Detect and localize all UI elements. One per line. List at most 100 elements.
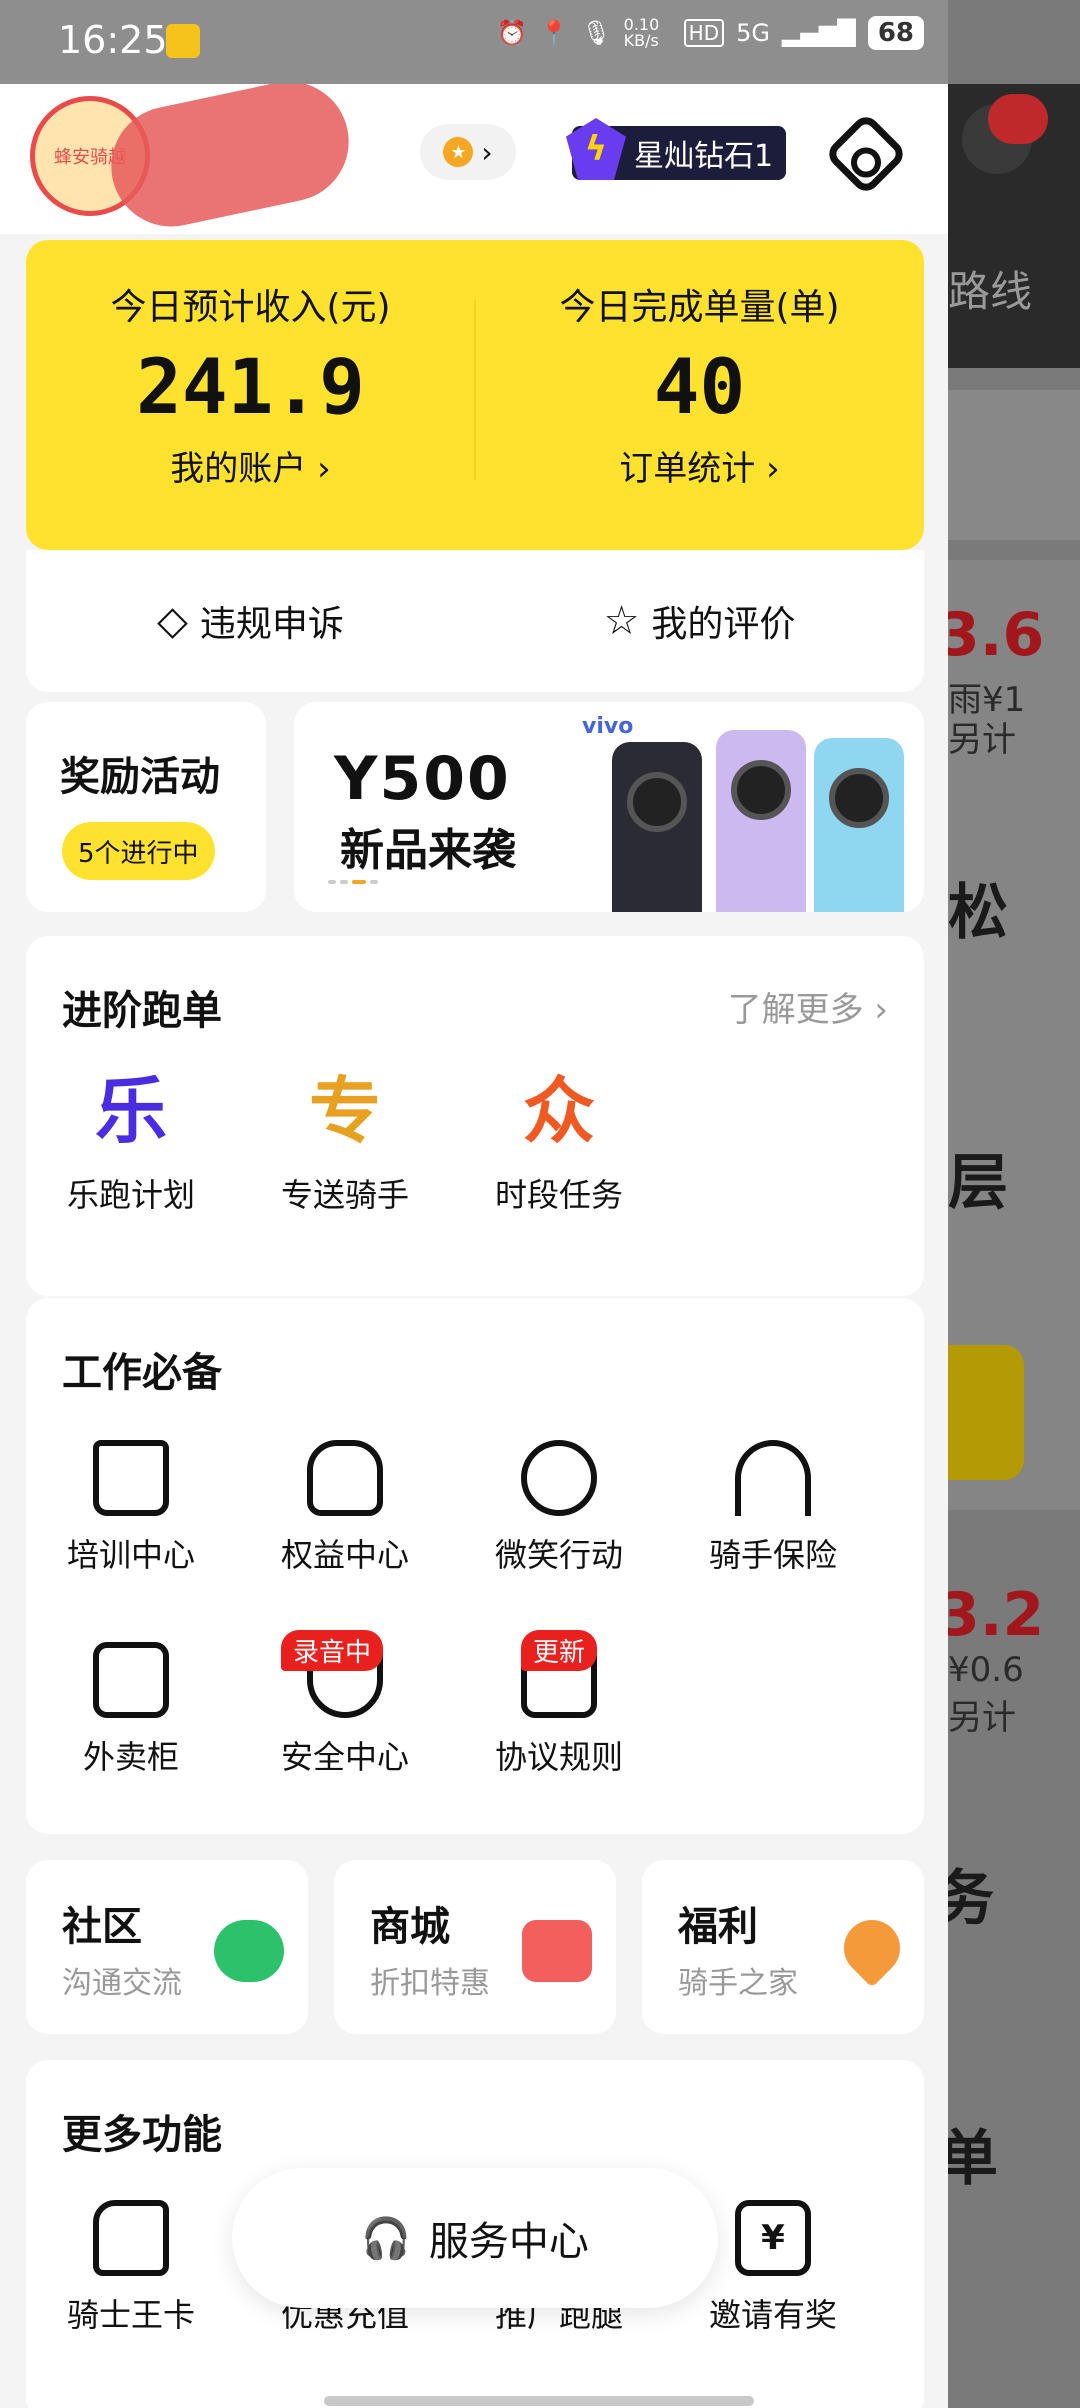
chat-icon [214, 1920, 284, 1982]
work-item-locker[interactable]: 外卖柜 [26, 1642, 236, 1778]
work-title: 工作必备 [62, 1350, 222, 1396]
shield-icon: 录音中 [280, 1630, 383, 1718]
orders-stat: 今日完成单量(单) 40 订单统计 › [475, 240, 924, 490]
locker-icon [93, 1642, 169, 1718]
appeal-button[interactable]: ◇ 违规申诉 [26, 550, 475, 692]
lepao-icon: 乐 [94, 1069, 167, 1153]
background-text: 单 [948, 2124, 998, 2194]
banner-brand: vivo [582, 714, 634, 739]
status-bar: 16:25 ⏰ 📍 🎙 0.10 KB/s HD 5G ▂▄▆█ 68 [0, 0, 948, 84]
hd-icon: HD [683, 19, 725, 47]
advanced-item-shiduan[interactable]: 众 时段任务 [454, 1066, 664, 1216]
mic-icon: 🎙 [581, 19, 612, 47]
income-stat: 今日预计收入(元) 241.9 我的账户 › [26, 240, 475, 490]
level-pill[interactable]: ★ › [420, 124, 516, 180]
background-page: 路线 3.6 雨¥1 另计 松 层 3.2 ¥0.6 另计 务 单 [948, 0, 1080, 2408]
income-value: 241.9 [136, 342, 365, 431]
work-item-label: 安全中心 [280, 1738, 409, 1776]
work-item-label: 骑手保险 [708, 1536, 837, 1574]
banner-title: Y500 [334, 744, 511, 814]
smile-icon [521, 1440, 597, 1516]
work-item-smile[interactable]: 微笑行动 [454, 1440, 664, 1576]
recording-tag: 录音中 [280, 1630, 383, 1671]
more-item-card[interactable]: 骑士王卡 [26, 2200, 236, 2336]
background-text: 层 [948, 1148, 1008, 1218]
advanced-item-zhuansong[interactable]: 专 专送骑手 [240, 1066, 450, 1216]
agreement-icon: 更新 [520, 1630, 597, 1718]
chevron-right-icon: › [755, 449, 780, 489]
background-text: 另计 [948, 1698, 1016, 1738]
service-center-float[interactable]: 🎧 服务中心 [232, 2168, 718, 2308]
signal-bars-icon: ▂▄▆█ [781, 19, 856, 47]
work-item-benefits[interactable]: 权益中心 [240, 1440, 450, 1576]
learn-more-link[interactable]: 了解更多 › [728, 982, 888, 1031]
gift-icon [522, 1920, 592, 1982]
phone-image [814, 738, 904, 912]
background-text: ¥0.6 [948, 1650, 1024, 1690]
profile-header: 蜂安骑越 ★ › 星灿钻石1 ϟ [0, 84, 948, 238]
headset-icon: 🎧 [361, 2215, 411, 2262]
status-icons: ⏰ 📍 🎙 0.10 KB/s HD 5G ▂▄▆█ 68 [497, 16, 924, 50]
work-item-label: 协议规则 [494, 1738, 623, 1776]
alarm-icon: ⏰ [497, 19, 528, 47]
work-item-label: 培训中心 [66, 1536, 195, 1574]
work-item-insurance[interactable]: 骑手保险 [668, 1440, 878, 1576]
banner-pagination [328, 880, 378, 884]
shiduan-icon: 众 [522, 1069, 595, 1153]
appeal-label: 违规申诉 [199, 604, 344, 645]
learn-more-label: 了解更多 [727, 990, 864, 1030]
reward-activity-card[interactable]: 奖励活动 5个进行中 [26, 702, 266, 912]
star-icon: ☆ [603, 598, 640, 644]
chevron-right-icon: › [306, 449, 331, 489]
advanced-title: 进阶跑单 [62, 988, 222, 1034]
advanced-item-label: 时段任务 [494, 1176, 623, 1214]
work-item-label: 微笑行动 [494, 1536, 623, 1574]
work-item-safety[interactable]: 录音中 安全中心 [240, 1630, 450, 1778]
mall-card[interactable]: 商城 折扣特惠 [334, 1860, 616, 2034]
appeal-icon: ◇ [157, 598, 188, 644]
community-card[interactable]: 社区 沟通交流 [26, 1860, 308, 2034]
advanced-item-lepao[interactable]: 乐 乐跑计划 [26, 1066, 236, 1216]
heart-icon [832, 1908, 912, 1988]
chevron-right-icon: › [481, 135, 493, 169]
update-tag: 更新 [520, 1630, 597, 1671]
advanced-item-label: 专送骑手 [280, 1176, 409, 1214]
welfare-card[interactable]: 福利 骑手之家 [642, 1860, 924, 2034]
advanced-section: 进阶跑单 了解更多 › 乐 乐跑计划 专 专送骑手 众 时段任务 [26, 936, 924, 1296]
signal-icon: 5G [736, 19, 770, 47]
service-center-label: 服务中心 [428, 2219, 589, 2265]
order-stats-link[interactable]: 订单统计 › [475, 441, 924, 490]
location-icon: 📍 [539, 19, 570, 47]
reward-title: 奖励活动 [60, 754, 220, 800]
home-indicator[interactable] [324, 2396, 754, 2406]
background-text: 3.6 [948, 600, 1045, 670]
promo-banner[interactable]: Y500 新品来袭 vivo [294, 702, 924, 912]
advanced-item-label: 乐跑计划 [66, 1176, 195, 1214]
level-badge-icon: ★ [443, 137, 474, 167]
work-item-label: 权益中心 [280, 1536, 409, 1574]
net-speed: 0.10 KB/s [623, 15, 660, 50]
quick-actions-bar: ◇ 违规申诉 ☆ 我的评价 [26, 550, 924, 692]
notification-dot [988, 94, 1048, 144]
income-label: 今日预计收入(元) [110, 287, 391, 328]
mall-title: 商城 [370, 1904, 450, 1950]
more-item-label: 邀请有奖 [708, 2296, 837, 2334]
settings-gear-icon[interactable] [823, 111, 909, 197]
earnings-summary-card: 今日预计收入(元) 241.9 我的账户 › 今日完成单量(单) 40 订单统计… [26, 240, 924, 550]
order-stats-label: 订单统计 [619, 449, 756, 489]
phone-image [716, 730, 806, 912]
redacted-username [100, 84, 360, 238]
zhuansong-icon: 专 [308, 1069, 381, 1153]
welfare-title: 福利 [678, 1904, 758, 1950]
background-card [948, 390, 1080, 540]
banner-subtitle: 新品来袭 [340, 825, 516, 876]
ticket-icon: ¥ [735, 2200, 811, 2276]
background-text: 3.2 [948, 1580, 1045, 1650]
work-item-agreement[interactable]: 更新 协议规则 [454, 1630, 664, 1778]
more-item-label: 骑士王卡 [66, 2296, 195, 2334]
work-item-training[interactable]: 培训中心 [26, 1440, 236, 1576]
my-rating-button[interactable]: ☆ 我的评价 [475, 550, 924, 692]
my-rating-label: 我的评价 [651, 604, 796, 645]
orders-value: 40 [653, 342, 746, 431]
my-account-link[interactable]: 我的账户 › [26, 441, 475, 490]
